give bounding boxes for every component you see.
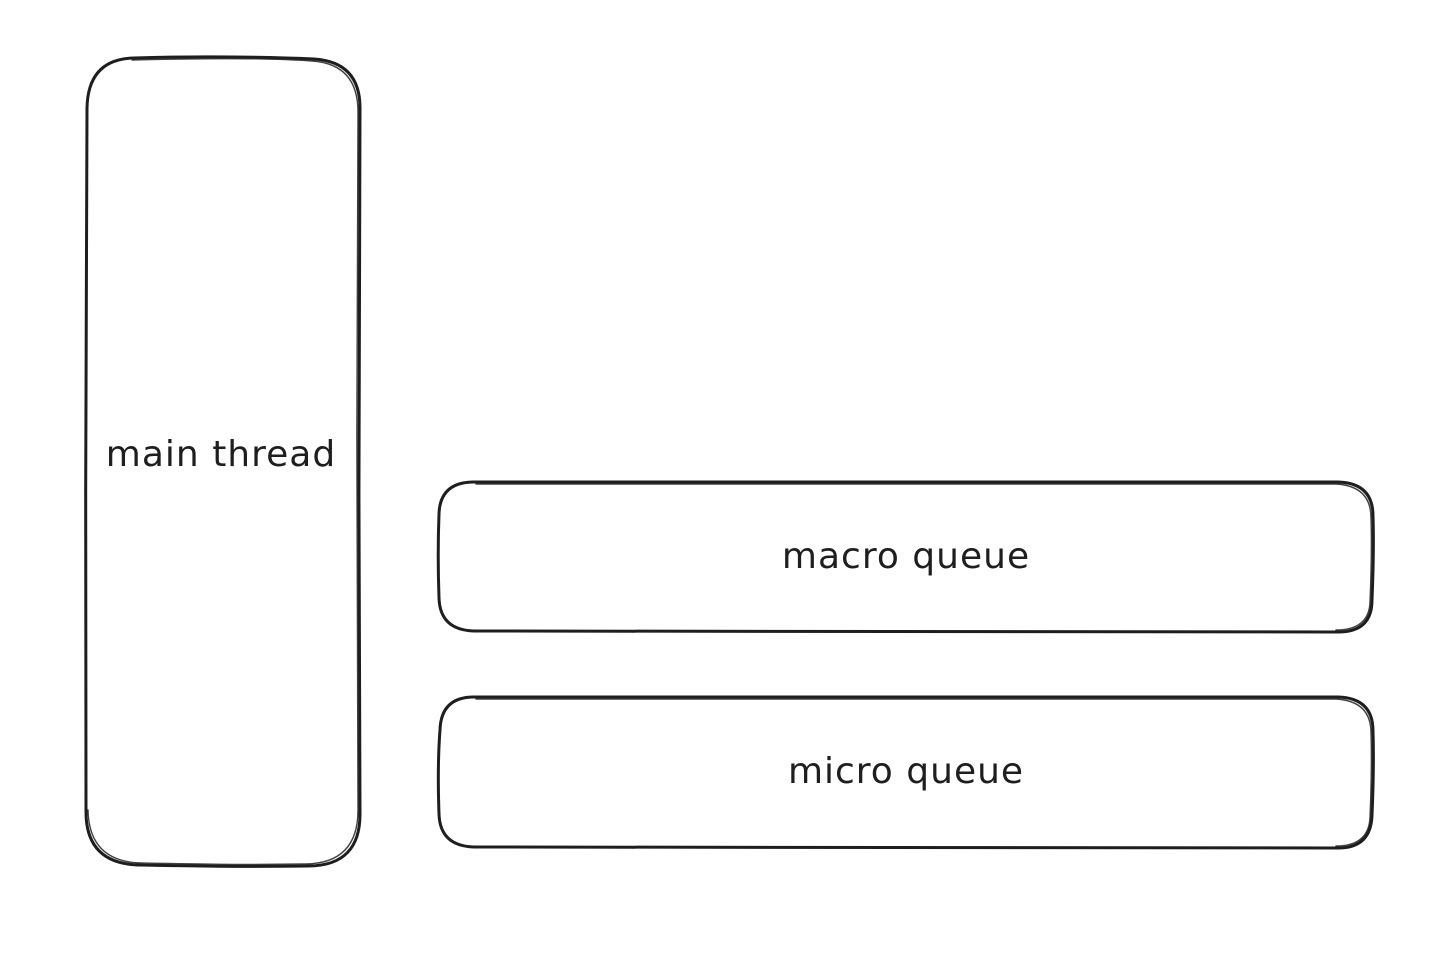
main-thread-node[interactable]: main thread [84, 55, 362, 868]
micro-queue-label: micro queue [788, 751, 1024, 792]
macro-queue-label: macro queue [782, 536, 1030, 577]
main-thread-label: main thread [106, 434, 336, 475]
micro-queue-node[interactable]: micro queue [436, 695, 1375, 850]
macro-queue-node[interactable]: macro queue [436, 479, 1375, 634]
diagram-canvas: main thread macro queue micro queue [84, 55, 1375, 868]
